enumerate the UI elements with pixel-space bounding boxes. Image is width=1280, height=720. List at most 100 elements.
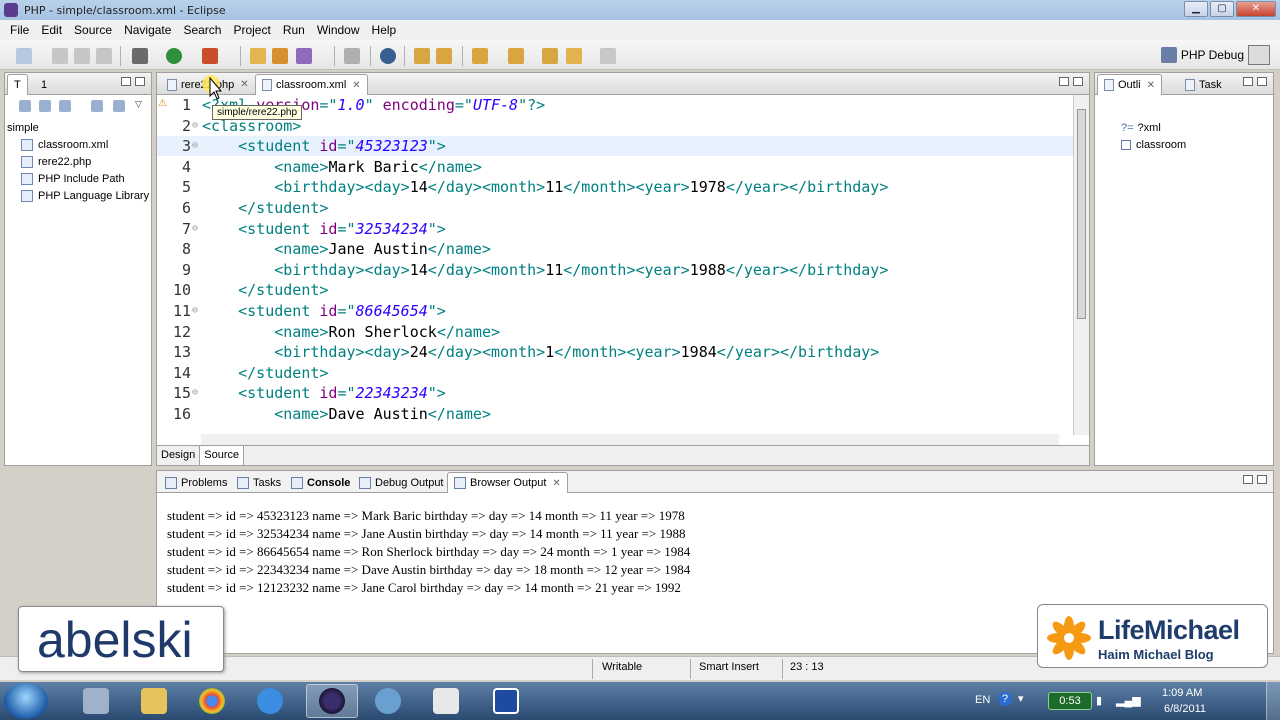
prev-annotation-icon[interactable] <box>508 48 524 64</box>
fold-toggle-icon[interactable]: ⊖ <box>192 383 198 403</box>
perspective-switcher[interactable]: PHP Debug <box>1160 45 1270 65</box>
minimize-view-icon[interactable] <box>1243 77 1253 86</box>
code-line[interactable]: 3 ⊖ <student id="45323123"> <box>157 136 1075 157</box>
link-editor-icon[interactable] <box>113 100 125 112</box>
fold-toggle-icon[interactable]: ⊖ <box>192 301 198 321</box>
code-line[interactable]: 16 <name>Dave Austin</name> <box>157 404 1075 424</box>
menu-source[interactable]: Source <box>68 23 118 37</box>
menu-help[interactable]: Help <box>366 23 403 37</box>
code-line[interactable]: 9 <birthday><day>14</day><month>11</mont… <box>157 260 1075 280</box>
fold-toggle-icon[interactable]: ⊖ <box>192 116 198 136</box>
clock-time[interactable]: 1:09 AM <box>1162 687 1202 699</box>
network-icon[interactable]: ▂▄▆ <box>1116 694 1141 707</box>
outline-item-classroom[interactable]: classroom <box>1121 136 1186 153</box>
tree-item-project[interactable]: simple <box>7 119 149 136</box>
close-icon[interactable]: ✕ <box>1236 1 1276 17</box>
scroll-thumb[interactable] <box>1077 109 1086 319</box>
close-tab-icon[interactable]: ✕ <box>352 80 360 91</box>
back-icon[interactable] <box>566 48 582 64</box>
start-button[interactable] <box>4 683 48 719</box>
minimize-view-icon[interactable] <box>1243 475 1253 484</box>
taskbar-app-chrome[interactable] <box>186 684 238 718</box>
external-tools-icon[interactable] <box>202 48 218 64</box>
menu-run[interactable]: Run <box>277 23 311 37</box>
outline-item-xml-decl[interactable]: ?= ?xml <box>1121 119 1186 136</box>
menu-search[interactable]: Search <box>177 23 227 37</box>
task-icon[interactable] <box>436 48 452 64</box>
run-icon[interactable] <box>166 48 182 64</box>
minimize-view-icon[interactable] <box>121 77 131 86</box>
tree-item-php-language-library[interactable]: PHP Language Library <box>7 187 149 204</box>
new-icon[interactable] <box>16 48 32 64</box>
view-min-max[interactable] <box>1243 77 1267 86</box>
tree-item-rere22-php[interactable]: rere22.php <box>7 153 149 170</box>
maximize-view-icon[interactable] <box>1257 77 1267 86</box>
menu-window[interactable]: Window <box>311 23 366 37</box>
close-tab-icon[interactable]: ✕ <box>552 478 560 489</box>
up-icon[interactable] <box>59 100 71 112</box>
code-line[interactable]: 4 <name>Mark Baric</name> <box>157 157 1075 177</box>
save-all-icon[interactable] <box>74 48 90 64</box>
code-line[interactable]: 8 <name>Jane Austin</name> <box>157 239 1075 259</box>
code-line[interactable]: 15 ⊖ <student id="22343234"> <box>157 383 1075 403</box>
globe-icon[interactable] <box>380 48 396 64</box>
tab-debug-output[interactable]: Debug Output <box>353 472 450 493</box>
tab-task[interactable]: Task <box>1179 74 1228 95</box>
clock-date[interactable]: 6/8/2011 <box>1164 703 1206 715</box>
taskbar-app-outlook[interactable] <box>420 684 472 718</box>
maximize-view-icon[interactable] <box>1073 77 1083 86</box>
help-icon[interactable]: ? <box>998 692 1012 706</box>
close-tab-icon[interactable]: ✕ <box>1147 80 1155 91</box>
view-min-max[interactable] <box>1243 475 1267 484</box>
forward-icon[interactable] <box>39 100 51 112</box>
taskbar-app-eclipse[interactable] <box>306 684 358 718</box>
print-icon[interactable] <box>96 48 112 64</box>
code-line[interactable]: 14 </student> <box>157 363 1075 383</box>
menu-navigate[interactable]: Navigate <box>118 23 177 37</box>
code-editor[interactable]: 1<?xml version="1.0" encoding="UTF-8"?>2… <box>157 95 1075 435</box>
open-folder-icon[interactable] <box>250 48 266 64</box>
pen-icon[interactable] <box>344 48 360 64</box>
fold-toggle-icon[interactable]: ⊖ <box>192 219 198 239</box>
open-perspective-icon[interactable] <box>1248 45 1270 65</box>
open-type-icon[interactable] <box>272 48 288 64</box>
taskbar-app-safari[interactable] <box>362 684 414 718</box>
taskbar-app-explorer-window[interactable] <box>70 684 122 718</box>
annotation-icon[interactable] <box>414 48 430 64</box>
tab-design[interactable]: Design <box>157 446 201 465</box>
view-min-max[interactable] <box>1059 77 1083 86</box>
language-indicator[interactable]: EN <box>975 694 990 706</box>
collapse-all-icon[interactable] <box>91 100 103 112</box>
code-line[interactable]: 13 <birthday><day>24</day><month>1</mont… <box>157 342 1075 362</box>
code-line[interactable]: 12 <name>Ron Sherlock</name> <box>157 322 1075 342</box>
maximize-view-icon[interactable] <box>1257 475 1267 484</box>
minimize-icon[interactable]: ▁ <box>1184 1 1208 17</box>
view-menu-icon[interactable]: ▽ <box>135 100 147 112</box>
tab-explorer[interactable]: T <box>7 74 28 95</box>
maximize-view-icon[interactable] <box>135 77 145 86</box>
next-annotation-icon[interactable] <box>472 48 488 64</box>
tab-classroom-xml[interactable]: classroom.xml ✕ <box>255 74 368 95</box>
show-desktop-button[interactable] <box>1266 682 1280 720</box>
forward-icon[interactable] <box>600 48 616 64</box>
tab-outline[interactable]: Outli ✕ <box>1097 74 1163 95</box>
tab-problems[interactable]: Problems <box>159 472 233 493</box>
code-line[interactable]: 5 <birthday><day>14</day><month>11</mont… <box>157 177 1075 197</box>
tab-browser-output[interactable]: Browser Output ✕ <box>447 472 568 493</box>
vertical-scrollbar[interactable] <box>1073 95 1089 435</box>
tray-expand-icon[interactable]: ▾ <box>1018 692 1024 705</box>
menu-project[interactable]: Project <box>227 23 276 37</box>
tab-explorer-2[interactable]: 1 <box>35 74 53 95</box>
taskbar-app-internet-explorer[interactable] <box>244 684 296 718</box>
tree-item-classroom-xml[interactable]: classroom.xml <box>7 136 149 153</box>
code-line[interactable]: 6 </student> <box>157 198 1075 218</box>
tab-source[interactable]: Source <box>200 446 245 465</box>
minimize-view-icon[interactable] <box>1059 77 1069 86</box>
code-line[interactable]: 11 ⊖ <student id="86645654"> <box>157 301 1075 321</box>
save-icon[interactable] <box>52 48 68 64</box>
wand-icon[interactable] <box>296 48 312 64</box>
back-icon[interactable] <box>19 100 31 112</box>
taskbar-app-recorder[interactable] <box>480 684 532 718</box>
tree-item-php-include-path[interactable]: PHP Include Path <box>7 170 149 187</box>
taskbar-app-folders[interactable] <box>128 684 180 718</box>
